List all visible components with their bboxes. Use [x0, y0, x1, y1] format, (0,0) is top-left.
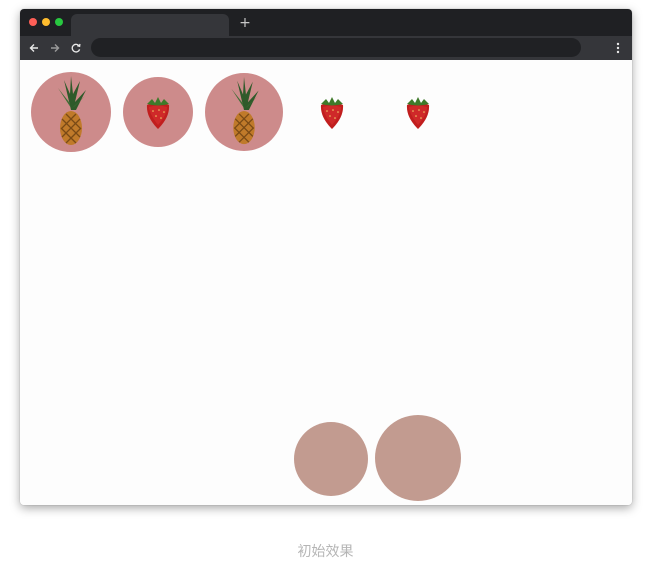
pineapple-icon: [231, 76, 259, 145]
browser-window: +: [20, 9, 632, 505]
browser-menu-button[interactable]: [611, 40, 625, 56]
tab-bar: +: [20, 9, 632, 36]
strawberry-icon: [406, 97, 430, 129]
browser-tab[interactable]: [71, 14, 229, 36]
figure-caption: 初始效果: [297, 544, 354, 560]
browser-toolbar: [20, 36, 632, 60]
address-bar[interactable]: [91, 38, 581, 57]
arrow-right-icon: [51, 44, 60, 52]
drop-target-large[interactable]: [375, 415, 461, 501]
maximize-window-button[interactable]: [55, 18, 63, 26]
fruit-pineapple-1[interactable]: [31, 72, 111, 152]
strawberry-icon: [146, 97, 170, 129]
page-content: [20, 60, 632, 505]
vertical-dots-icon: [616, 42, 620, 54]
fruit-strawberry-1[interactable]: [123, 77, 193, 147]
forward-button[interactable]: [48, 40, 62, 56]
fruit-pineapple-2[interactable]: [205, 73, 283, 151]
reload-button[interactable]: [69, 40, 83, 56]
close-window-button[interactable]: [29, 18, 37, 26]
back-button[interactable]: [27, 40, 41, 56]
new-tab-button[interactable]: +: [238, 14, 252, 32]
strawberry-icon: [320, 97, 344, 129]
drop-target-small[interactable]: [294, 422, 368, 496]
pineapple-icon: [58, 76, 86, 145]
arrow-left-icon: [29, 44, 38, 52]
fruit-strawberry-3[interactable]: [383, 77, 453, 147]
minimize-window-button[interactable]: [42, 18, 50, 26]
reload-icon: [71, 43, 81, 53]
fruit-strawberry-2[interactable]: [297, 77, 367, 147]
